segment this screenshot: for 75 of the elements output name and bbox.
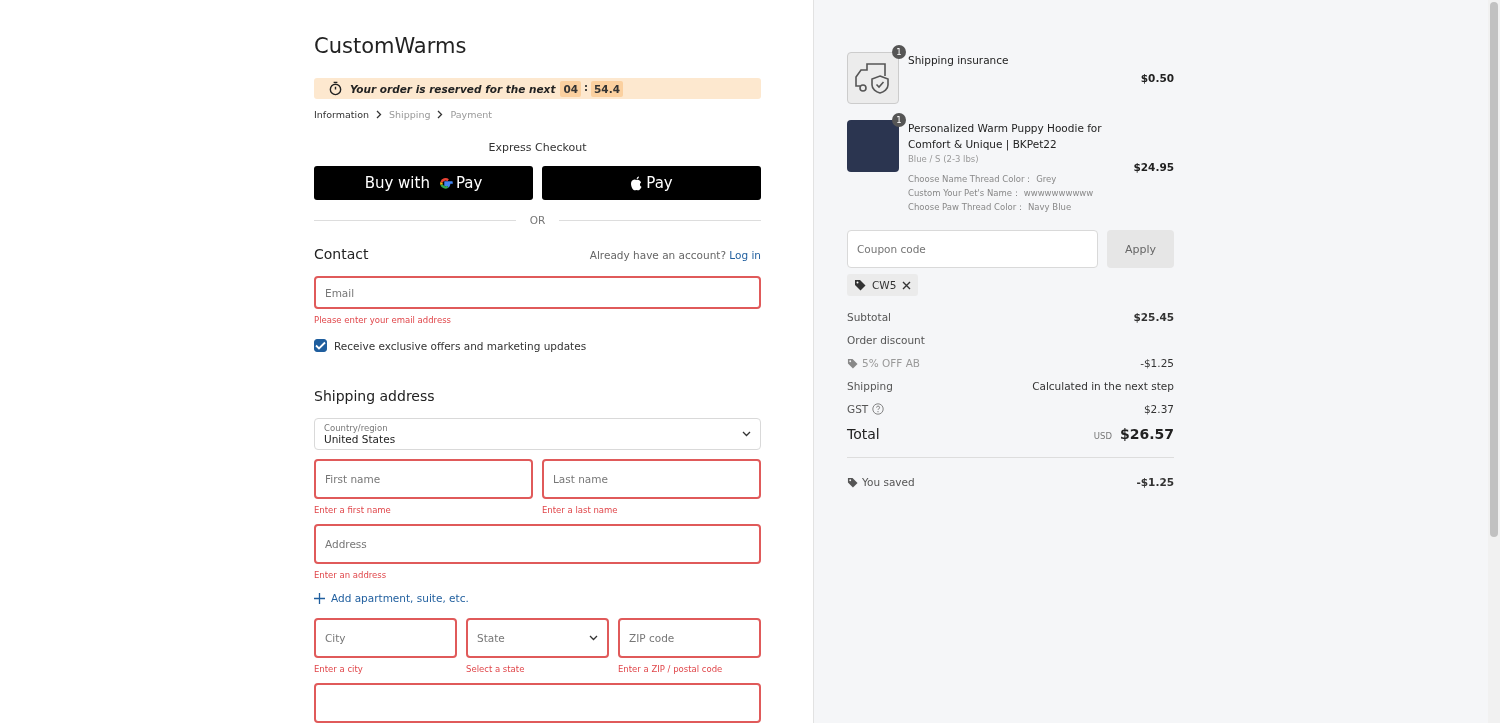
chevron-right-icon	[376, 110, 382, 120]
checkbox[interactable]	[314, 339, 327, 353]
total-value: $26.57	[1119, 426, 1174, 442]
express-checkout-title: Express Checkout	[487, 141, 588, 155]
country-select[interactable]: Country/region United States	[314, 418, 761, 450]
error-message: Select a state	[466, 664, 526, 674]
coupon-code-field[interactable]: Coupon code	[847, 230, 1098, 268]
summary-label: Order discount	[847, 334, 925, 346]
item-variant: Blue / S (2-3 lbs)	[908, 154, 980, 164]
quantity-badge: 1	[892, 45, 906, 59]
item-title: Shipping insurance	[908, 53, 1010, 68]
error-message: Please enter your email address	[314, 315, 452, 326]
stopwatch-icon	[328, 81, 343, 97]
quantity-badge: 1	[892, 113, 906, 127]
currency-code: USD	[1093, 431, 1112, 441]
apple-logo-icon	[630, 175, 644, 191]
item-option: Choose Paw Thread Color： Navy Blue	[908, 200, 1125, 214]
timer-separator: :	[584, 82, 589, 94]
checkbox-label: Receive exclusive offers and marketing updates	[334, 339, 587, 352]
item-title: Personalized Warm Puppy Hoodie for Comfort & Unique | BKPet22	[908, 121, 1103, 152]
plus-icon	[314, 592, 325, 604]
add-apartment-link[interactable]: Add apartment, suite, etc.	[331, 592, 469, 604]
input-field[interactable]: First name	[314, 459, 533, 499]
reservation-text: Your order is reserved for the next	[350, 82, 556, 95]
discount-label: 5% OFF AB	[862, 357, 921, 369]
or-divider-text: OR	[529, 214, 546, 227]
item-price: $0.50	[1140, 72, 1174, 84]
google-pay-button[interactable]: Buy with Pay	[314, 166, 533, 201]
tag-icon	[847, 476, 858, 488]
login-link[interactable]: Log in	[729, 249, 761, 262]
total-label: Total	[847, 426, 880, 442]
item-option: Custom Your Pet's Name： wwwwwwwwww	[908, 186, 1125, 200]
apple-pay-button[interactable]: Pay	[542, 166, 761, 201]
chevron-right-icon	[437, 110, 444, 120]
chevron-down-icon	[589, 635, 598, 641]
tag-icon	[854, 279, 866, 291]
summary-label: Shipping	[847, 380, 893, 392]
coupon-tag: CW5	[847, 274, 919, 296]
account-prompt: Already have an account?	[589, 249, 726, 262]
timer-seconds: 54.4	[591, 80, 623, 97]
shipping-address-heading: Shipping address	[314, 388, 436, 405]
scrollbar-thumb[interactable]	[1490, 2, 1498, 537]
error-message: Enter a city	[314, 664, 364, 674]
tag-icon	[847, 357, 858, 369]
error-message: Enter a first name	[314, 505, 392, 515]
summary-value: $2.37	[1143, 403, 1174, 415]
input-field[interactable]: ZIP code	[618, 618, 761, 658]
input-field[interactable]: Address	[314, 524, 761, 564]
email-field[interactable]: Email	[314, 276, 761, 310]
error-message: Enter a ZIP / postal code	[618, 664, 724, 674]
apply-button[interactable]: Apply	[1107, 230, 1174, 268]
item-price: $24.95	[1133, 161, 1174, 173]
close-icon[interactable]	[902, 280, 912, 290]
error-message: Enter an address	[314, 570, 388, 580]
input-field[interactable]: Last name	[542, 459, 761, 499]
input-field[interactable]	[314, 683, 761, 723]
summary-label: GST	[847, 403, 869, 415]
summary-label: Subtotal	[847, 311, 891, 323]
summary-value: -$1.25	[1140, 357, 1174, 369]
breadcrumb-step[interactable]: Information	[314, 109, 369, 121]
store-logo[interactable]: CustomWarms	[314, 34, 761, 59]
photo-placeholder	[847, 120, 899, 172]
contact-heading: Contact	[314, 246, 369, 263]
error-message: Enter a last name	[542, 505, 619, 515]
savings-value: -$1.25	[1136, 476, 1174, 488]
g-logo-icon	[437, 175, 453, 191]
savings-label: You saved	[862, 476, 915, 488]
input-field[interactable]: City	[314, 618, 457, 658]
timer-minutes: 04	[560, 80, 582, 97]
summary-value: $25.45	[1133, 311, 1174, 323]
help-icon[interactable]	[872, 403, 885, 415]
summary-value: Calculated in the next step	[1032, 380, 1174, 392]
item-option: Choose Name Thread Color： Grey	[908, 172, 1125, 186]
state-select[interactable]: State	[466, 618, 609, 658]
chevron-down-icon	[742, 431, 751, 438]
